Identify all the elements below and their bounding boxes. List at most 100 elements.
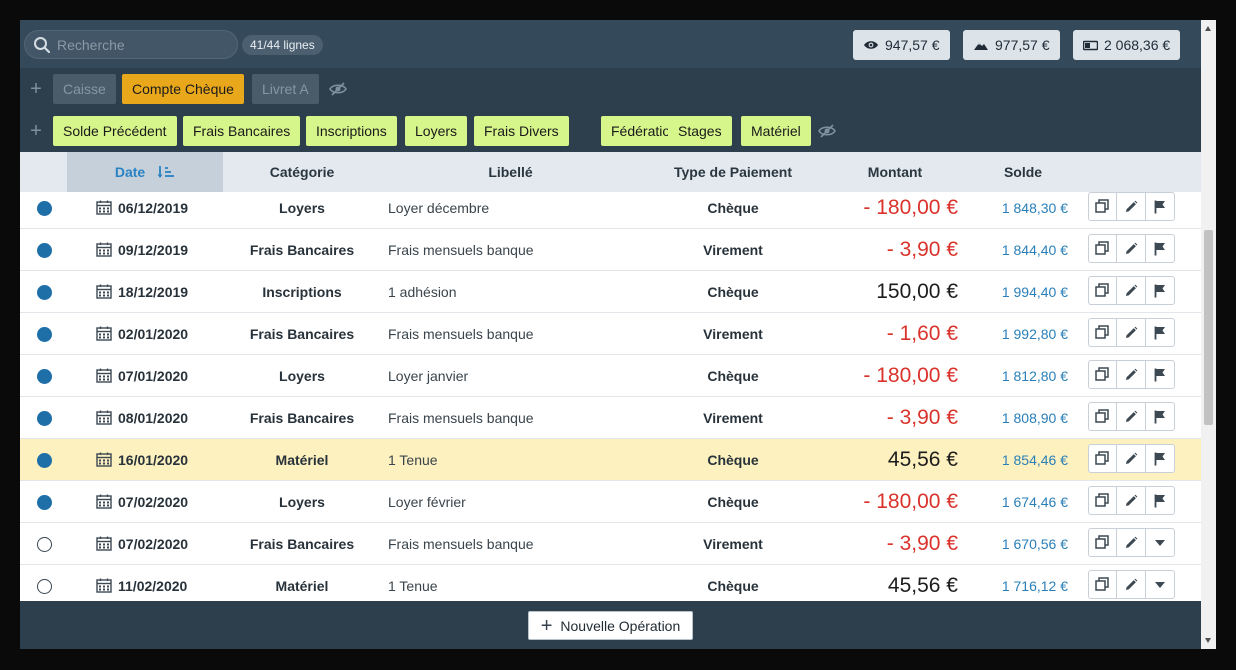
account-tab-compte-cheque[interactable]: Compte Chèque (122, 74, 244, 104)
table-row[interactable]: 07/02/2020 Frais Bancaires Frais mensuels … (20, 523, 1201, 565)
reconciled-checkbox-checked[interactable] (37, 495, 52, 510)
search-input[interactable] (57, 36, 227, 53)
reconciled-checkbox-unchecked[interactable] (37, 537, 52, 552)
table-row[interactable]: 18/12/2019 Inscriptions 1 adhésion Chèque 15… (20, 271, 1201, 313)
category-chip-solde-precedent[interactable]: Solde Précédent (53, 116, 177, 146)
flag-button[interactable] (1146, 277, 1174, 304)
duplicate-button[interactable] (1089, 571, 1118, 598)
reconciled-checkbox-checked[interactable] (37, 327, 52, 342)
column-header-label[interactable]: Libellé (438, 152, 583, 192)
edit-button[interactable] (1117, 319, 1146, 346)
flag-button[interactable] (1146, 193, 1174, 220)
column-header-amount[interactable]: Montant (840, 152, 950, 192)
edit-button[interactable] (1117, 571, 1146, 598)
eye-off-icon[interactable] (817, 121, 837, 141)
row-balance: 1 844,40 € (1001, 242, 1068, 258)
category-chip-stages[interactable]: Stages (668, 116, 732, 146)
edit-button[interactable] (1117, 277, 1146, 304)
category-chip-frais-bancaires[interactable]: Frais Bancaires (183, 116, 301, 146)
row-category: Frais Bancaires (249, 410, 355, 426)
duplicate-button[interactable] (1089, 445, 1118, 472)
duplicate-button[interactable] (1089, 319, 1118, 346)
row-payment-type: Virement (703, 410, 763, 426)
table-row[interactable]: 07/02/2020 Loyers Loyer février Chèque - 180… (20, 481, 1201, 523)
category-chip-inscriptions[interactable]: Inscriptions (306, 116, 397, 146)
row-category: Matériel (275, 578, 329, 594)
flag-button[interactable] (1146, 235, 1174, 262)
vertical-scrollbar[interactable] (1201, 20, 1216, 649)
edit-button[interactable] (1117, 445, 1146, 472)
category-chip-loyers[interactable]: Loyers (405, 116, 468, 146)
duplicate-button[interactable] (1089, 277, 1118, 304)
new-operation-button[interactable]: + Nouvelle Opération (528, 611, 693, 640)
table-row[interactable]: 07/01/2020 Loyers Loyer janvier Chèque - 180… (20, 355, 1201, 397)
reconciled-checkbox-checked[interactable] (37, 243, 52, 258)
flag-button[interactable] (1146, 487, 1174, 514)
edit-button[interactable] (1117, 361, 1146, 388)
reconciled-checkbox-checked[interactable] (37, 285, 52, 300)
flag-icon (1154, 410, 1165, 423)
duplicate-button[interactable] (1089, 487, 1118, 514)
table-row[interactable]: 09/12/2019 Frais Bancaires Frais mensuels … (20, 229, 1201, 271)
row-balance: 1 848,30 € (1001, 200, 1068, 216)
duplicate-button[interactable] (1089, 361, 1118, 388)
flag-button[interactable] (1146, 319, 1174, 346)
table-row[interactable]: 16/01/2020 Matériel 1 Tenue Chèque 45,56 € 1 … (20, 439, 1201, 481)
row-amount: 150,00 € (876, 280, 958, 303)
reconciled-checkbox-checked[interactable] (37, 411, 52, 426)
edit-button[interactable] (1117, 529, 1146, 556)
flag-button[interactable] (1146, 403, 1174, 430)
row-balance: 1 716,12 € (1001, 578, 1068, 594)
account-tab-livret-a[interactable]: Livret A (252, 74, 319, 104)
row-date: 07/02/2020 (96, 481, 216, 523)
row-balance: 1 808,90 € (1001, 410, 1068, 426)
plus-icon: + (540, 614, 553, 637)
account-tab-caisse[interactable]: Caisse (53, 74, 116, 104)
category-chip-frais-divers[interactable]: Frais Divers (474, 116, 569, 146)
add-category-button[interactable]: + (28, 121, 44, 141)
flag-button[interactable] (1146, 361, 1174, 388)
reconciled-checkbox-unchecked[interactable] (37, 579, 52, 594)
add-account-button[interactable]: + (28, 79, 44, 99)
duplicate-button[interactable] (1089, 235, 1118, 262)
row-date: 18/12/2019 (96, 271, 216, 313)
eye-off-icon[interactable] (328, 79, 348, 99)
duplicate-button[interactable] (1089, 193, 1118, 220)
category-chip-materiel[interactable]: Matériel (741, 116, 811, 146)
total-forecast-value: 977,57 € (995, 37, 1050, 53)
pencil-icon (1126, 578, 1138, 590)
dropdown-button[interactable] (1146, 571, 1174, 598)
column-header-date[interactable]: Date (67, 152, 223, 192)
row-payment-type: Virement (703, 326, 763, 342)
flag-button[interactable] (1146, 445, 1174, 472)
duplicate-icon (1095, 409, 1109, 423)
table-row[interactable]: 02/01/2020 Frais Bancaires Frais mensuels … (20, 313, 1201, 355)
row-amount: 45,56 € (887, 448, 958, 471)
table-row[interactable]: 08/01/2020 Frais Bancaires Frais mensuels … (20, 397, 1201, 439)
table-row[interactable]: 06/12/2019 Loyers Loyer décembre Chèque - 18… (20, 192, 1201, 229)
reconciled-checkbox-checked[interactable] (37, 201, 52, 216)
duplicate-button[interactable] (1089, 403, 1118, 430)
scroll-down-arrow-icon[interactable] (1205, 638, 1211, 643)
duplicate-icon (1095, 451, 1109, 465)
column-header-payment[interactable]: Type de Paiement (660, 152, 806, 192)
table-row[interactable]: 11/02/2020 Matériel 1 Tenue Chèque 45,56 € 1 … (20, 565, 1201, 601)
column-header-category[interactable]: Catégorie (226, 152, 378, 192)
row-label: Loyer janvier (388, 368, 469, 384)
edit-button[interactable] (1117, 235, 1146, 262)
row-payment-type: Chèque (707, 452, 759, 468)
edit-button[interactable] (1117, 193, 1146, 220)
total-balance: 2 068,36 € (1073, 30, 1181, 60)
dropdown-button[interactable] (1146, 529, 1174, 556)
edit-button[interactable] (1117, 403, 1146, 430)
scroll-up-arrow-icon[interactable] (1205, 26, 1211, 31)
reconciled-checkbox-checked[interactable] (37, 369, 52, 384)
reconciled-checkbox-checked[interactable] (37, 453, 52, 468)
row-amount: - 180,00 € (863, 196, 958, 219)
row-label: Frais mensuels banque (388, 536, 534, 552)
scroll-thumb[interactable] (1204, 230, 1213, 425)
edit-button[interactable] (1117, 487, 1146, 514)
search-box[interactable] (24, 30, 238, 59)
duplicate-button[interactable] (1089, 529, 1118, 556)
column-header-balance[interactable]: Solde (980, 152, 1066, 192)
